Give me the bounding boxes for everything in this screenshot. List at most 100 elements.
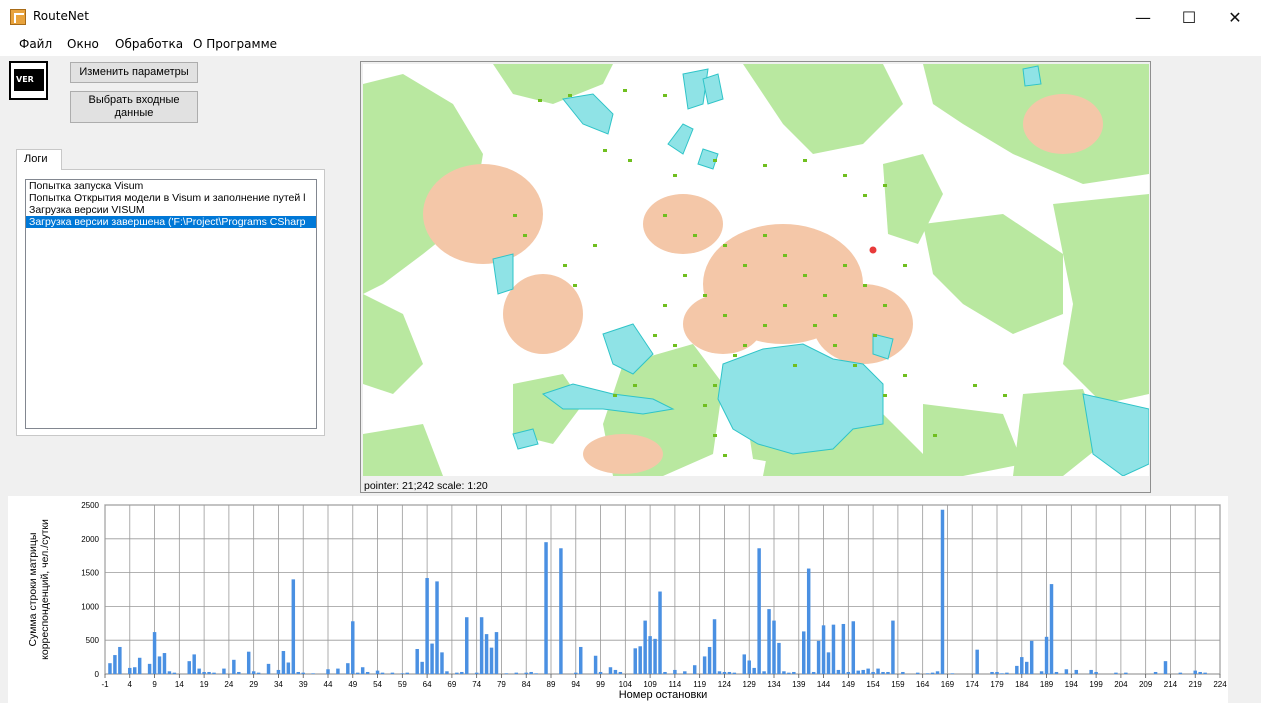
bar [514, 672, 519, 674]
bar [336, 668, 340, 674]
bar [608, 667, 613, 674]
x-tick-label: 4 [128, 680, 133, 689]
stop-marker [783, 254, 787, 257]
bar [479, 617, 484, 674]
bar [365, 671, 370, 674]
bar [202, 671, 206, 674]
water-body [562, 93, 614, 135]
minimize-button[interactable]: — [1120, 0, 1166, 34]
x-tick-label: 139 [792, 680, 806, 689]
bar [351, 621, 355, 674]
select-input-button[interactable]: Выбрать входные данные [70, 91, 198, 123]
x-tick-label: 119 [693, 680, 706, 689]
log-listbox[interactable]: Попытка запуска Visum Попытка Открытия м… [25, 179, 317, 429]
bar [732, 672, 737, 674]
bar [465, 617, 469, 674]
stop-marker [863, 284, 867, 287]
bar [598, 671, 603, 674]
bar [440, 652, 444, 674]
bar [256, 672, 261, 674]
bar [524, 672, 528, 674]
stop-marker [663, 304, 667, 307]
x-tick-label: 159 [891, 680, 905, 689]
bar [1049, 584, 1054, 674]
park-area [363, 294, 423, 394]
bar [266, 663, 271, 674]
x-tick-label: 169 [941, 680, 955, 689]
stop-marker [633, 384, 637, 387]
x-tick-label: 184 [1015, 680, 1029, 689]
map-status-text: pointer: 21;242 scale: 1:20 [364, 480, 488, 492]
menu-window[interactable]: Окно [67, 37, 99, 51]
log-item[interactable]: Попытка Открытия модели в Visum и заполн… [26, 192, 316, 204]
y-tick-label: 1000 [81, 602, 99, 611]
water-body [667, 123, 694, 155]
bar [772, 620, 776, 674]
x-tick-label: 114 [669, 680, 682, 689]
maximize-button[interactable]: ☐ [1166, 0, 1212, 34]
menu-about[interactable]: О Программе [193, 37, 277, 51]
stop-marker [613, 394, 617, 397]
map-canvas[interactable] [363, 64, 1149, 476]
bar [1054, 671, 1059, 674]
stop-marker [763, 164, 767, 167]
bar [915, 672, 920, 674]
x-tick-label: 129 [743, 680, 757, 689]
log-item[interactable]: Попытка запуска Visum [26, 180, 316, 192]
bar [494, 632, 499, 674]
stop-marker [793, 364, 797, 367]
bar [1114, 672, 1118, 674]
bar [762, 671, 766, 674]
bar [613, 669, 618, 674]
bar [1163, 661, 1168, 674]
bar [276, 669, 281, 674]
bar [618, 671, 623, 674]
window-title: RouteNet [33, 9, 89, 23]
bar [643, 620, 647, 674]
bar [811, 671, 816, 674]
bar [648, 636, 652, 674]
x-tick-label: 34 [274, 680, 283, 689]
log-item-selected[interactable]: Загрузка версии завершена ('F:\Project\P… [26, 216, 316, 228]
bar [1029, 640, 1034, 674]
change-params-button[interactable]: Изменить параметры [70, 62, 198, 83]
stop-marker [783, 304, 787, 307]
park-area [363, 424, 443, 476]
menu-bar: Файл Окно Обработка О Программе [0, 34, 1261, 56]
bar [420, 661, 424, 674]
menu-file[interactable]: Файл [19, 37, 52, 51]
version-icon-label: VER [14, 69, 44, 91]
bar [118, 646, 122, 674]
bar [1198, 671, 1202, 674]
log-item[interactable]: Загрузка версии VISUM [26, 204, 316, 216]
stop-marker [713, 384, 717, 387]
bar [207, 671, 211, 674]
bar [251, 671, 256, 674]
bar [291, 579, 296, 674]
map-graphic [363, 64, 1149, 476]
bar [162, 653, 167, 674]
menu-processing[interactable]: Обработка [115, 37, 183, 51]
logs-panel: Попытка запуска Visum Попытка Открытия м… [16, 169, 325, 436]
x-tick-label: 179 [990, 680, 1004, 689]
stop-marker [723, 244, 727, 247]
stop-marker [538, 99, 542, 102]
bar [841, 623, 846, 674]
stop-marker [743, 344, 747, 347]
close-button[interactable]: ✕ [1212, 0, 1258, 34]
bar [950, 673, 955, 674]
bar [851, 621, 856, 674]
version-icon[interactable]: VER [9, 61, 48, 100]
bar [430, 643, 434, 674]
bar [777, 642, 781, 674]
bar [544, 542, 548, 674]
stop-marker [843, 174, 847, 177]
bar [712, 619, 717, 674]
stop-marker [603, 149, 607, 152]
tab-logs[interactable]: Логи [16, 149, 62, 170]
bar [237, 671, 241, 674]
stop-marker [823, 294, 827, 297]
building-cluster [503, 274, 583, 354]
bar [578, 646, 583, 674]
bar [871, 671, 875, 674]
